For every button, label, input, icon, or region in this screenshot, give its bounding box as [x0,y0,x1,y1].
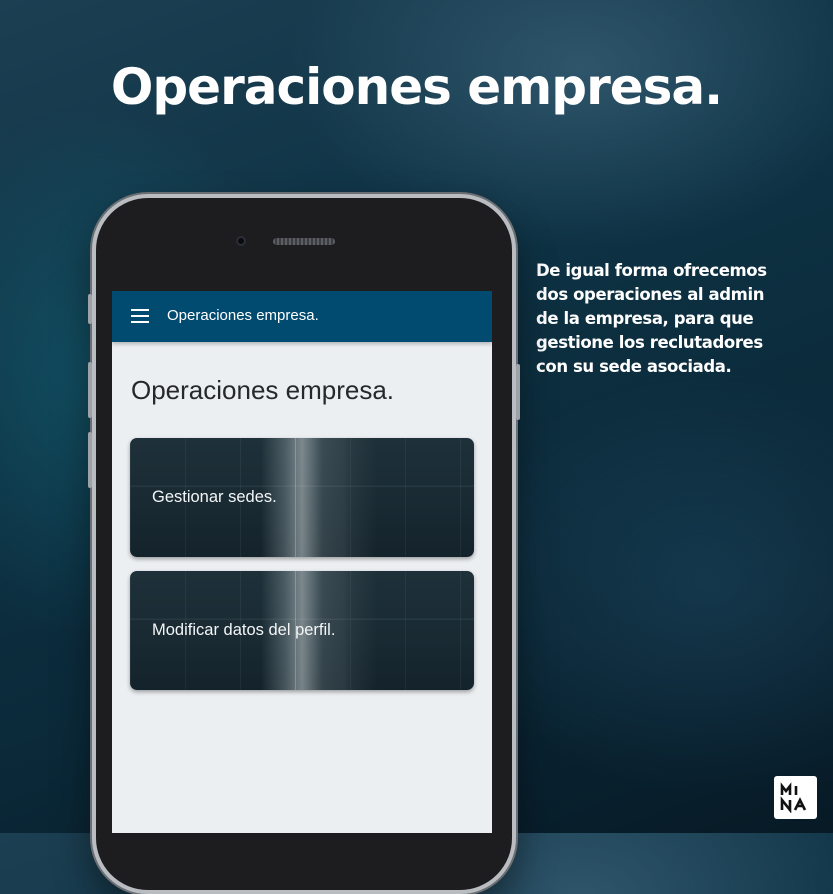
earpiece-speaker [273,238,335,245]
phone-power-button [516,364,520,420]
promo-headline: Operaciones empresa. [110,58,723,116]
manage-locations-card[interactable]: Gestionar sedes. [130,438,474,557]
page-title: Operaciones empresa. [131,375,395,405]
mina-logo-icon [780,782,807,813]
app-bar-title: Operaciones empresa. [167,307,319,324]
hamburger-menu-icon[interactable] [131,309,149,323]
brand-logo [774,776,817,819]
card-label: Modificar datos del perfil. [152,621,336,639]
phone-mute-switch [88,294,92,324]
promo-description: De igual forma ofrecemos dos operaciones… [536,261,767,376]
phone-screen: Operaciones empresa. Operaciones empresa… [112,291,492,833]
card-label: Gestionar sedes. [152,488,277,506]
edit-profile-card[interactable]: Modificar datos del perfil. [130,571,474,690]
front-camera [236,236,246,246]
phone-volume-down-button [88,432,92,488]
app-bar: Operaciones empresa. [112,291,492,342]
phone-volume-up-button [88,362,92,418]
